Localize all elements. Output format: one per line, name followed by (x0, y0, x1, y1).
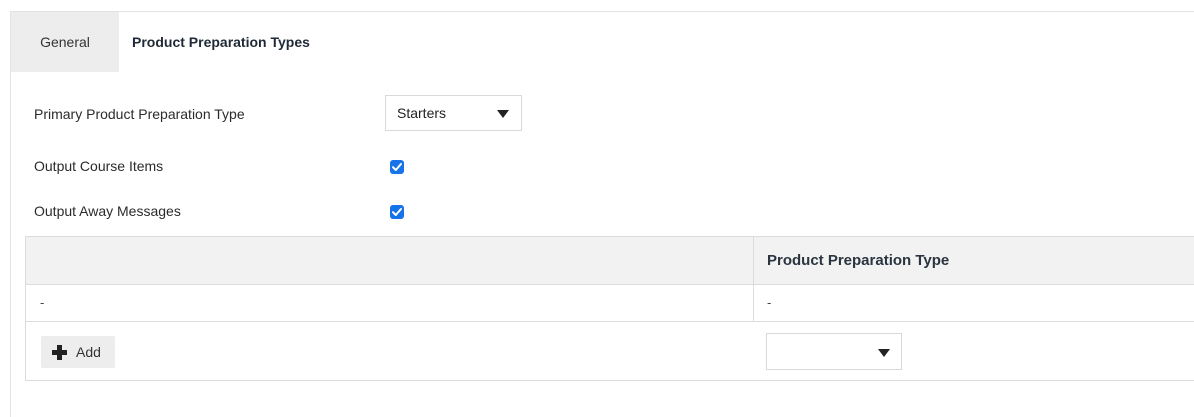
table-header: Product Preparation Type (26, 237, 1194, 285)
tab-bar: General Product Preparation Types (11, 12, 1194, 72)
course-items-checkbox[interactable] (390, 160, 404, 174)
add-button[interactable]: Add (41, 336, 115, 368)
add-button-label: Add (76, 344, 101, 360)
column-header-product-preparation-type: Product Preparation Type (767, 252, 950, 269)
table-cell-left: - (40, 295, 45, 310)
new-preparation-type-select[interactable] (766, 333, 902, 370)
primary-type-select[interactable]: Starters (385, 95, 522, 131)
primary-type-label: Primary Product Preparation Type (34, 106, 245, 122)
checkmark-icon (392, 208, 402, 216)
tab-product-preparation-types[interactable]: Product Preparation Types (119, 12, 359, 72)
tab-general[interactable]: General (11, 12, 119, 72)
row-divider (26, 321, 1194, 322)
course-items-label: Output Course Items (34, 158, 164, 174)
away-messages-checkbox[interactable] (390, 205, 404, 219)
preparation-types-table: Product Preparation Type - - Add (25, 236, 1194, 381)
plus-icon (52, 345, 67, 360)
column-divider (753, 237, 754, 322)
chevron-down-icon (878, 349, 890, 357)
away-messages-label: Output Away Messages (34, 203, 181, 219)
table-cell-right: - (767, 295, 772, 310)
settings-panel: General Product Preparation Types Primar… (10, 11, 1194, 417)
primary-type-value: Starters (397, 105, 447, 121)
checkmark-icon (392, 163, 402, 171)
chevron-down-icon (497, 110, 509, 118)
